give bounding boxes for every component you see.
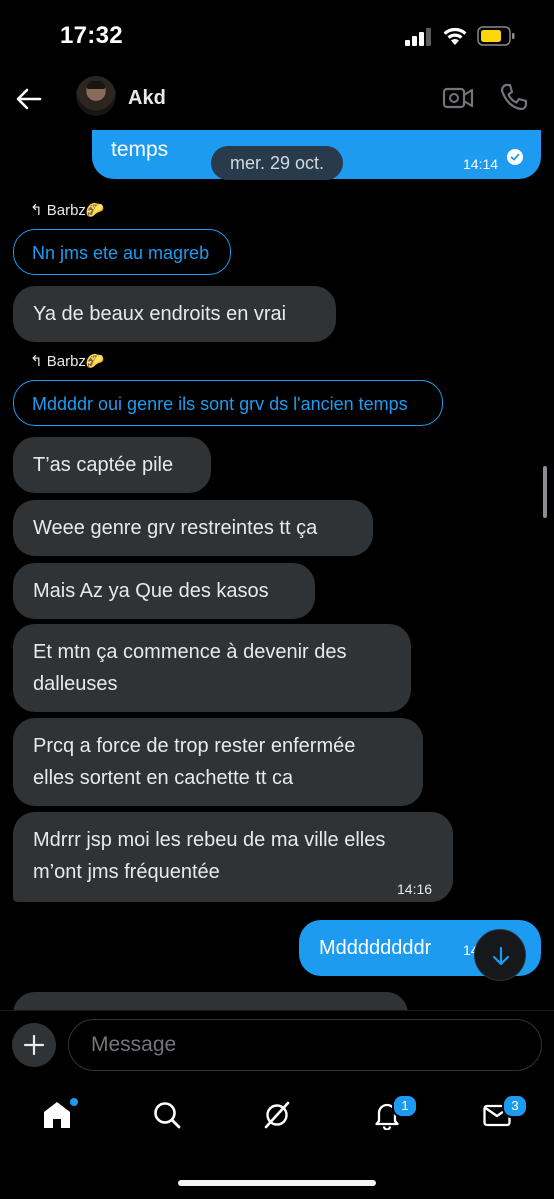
search-icon [154,1102,181,1129]
grok-icon [264,1101,290,1129]
home-icon [44,1102,70,1128]
back-arrow-icon[interactable] [14,84,44,114]
conversation-header: Akd [0,70,554,130]
avatar[interactable] [76,76,116,116]
phone-icon[interactable] [499,82,529,112]
received-message-bubble[interactable]: Ya de beaux endroits en vrai [13,286,336,342]
message-timestamp: 14:14 [463,156,499,172]
battery-icon [477,26,515,46]
date-separator: mer. 29 oct. [211,146,343,180]
message-text: m’ont jms fréquentée [33,861,220,883]
message-text: dalleuses [33,673,118,695]
scroll-to-bottom-button[interactable] [474,929,526,981]
notification-badge: 1 [392,1094,418,1118]
scrollbar[interactable] [543,466,547,518]
received-message-bubble[interactable]: Weee genre grv restreintes tt ça [13,500,373,556]
quoted-message[interactable]: Nn jms ete au magreb [13,229,231,275]
reply-icon: ↰ [30,353,47,370]
signal-icon [405,28,431,46]
status-bar: 17:32 [0,0,554,70]
home-indicator [178,1180,376,1186]
received-message-bubble[interactable]: Prcq a force de trop rester enfermée ell… [13,718,423,806]
video-icon[interactable] [442,84,474,112]
received-message-bubble[interactable]: Mdrrr jsp moi les rebeu de ma ville elle… [13,812,453,902]
unread-dot [70,1098,78,1106]
received-message-bubble[interactable]: T’as captée pile [13,437,211,493]
tab-notifications[interactable]: 1 [356,1094,418,1138]
tab-search[interactable] [136,1094,196,1138]
message-timestamp: 14:16 [397,881,433,897]
message-input[interactable] [68,1019,542,1071]
message-list[interactable]: temps 14:14 mer. 29 oct. ↰ Barbz🌮 Nn jms… [0,130,554,1010]
read-check-icon [507,149,523,165]
message-text: elles sortent en cachette tt ca [33,767,294,789]
scroll-down-icon [492,946,510,966]
status-time: 17:32 [60,22,123,49]
message-text: Mddddddddr [319,937,432,959]
received-message-bubble[interactable]: Et mtn ça commence à devenir des dalleus… [13,624,411,712]
wifi-icon [443,27,467,45]
message-composer [0,1010,554,1080]
tab-grok[interactable] [246,1094,306,1138]
message-text: Mdrrr jsp moi les rebeu de ma ville elle… [33,829,386,851]
received-message-bubble[interactable] [13,992,408,1010]
contact-name[interactable]: Akd [128,87,166,110]
quoted-message[interactable]: Mddddr oui genre ils sont grv ds l'ancie… [13,380,443,426]
received-message-bubble[interactable]: Mais Az ya Que des kasos [13,563,315,619]
messages-badge: 3 [502,1094,528,1118]
reply-label: ↰ Barbz🌮 [30,353,105,370]
tab-home[interactable] [26,1094,86,1138]
tab-messages[interactable]: 3 [466,1094,528,1138]
message-text: Prcq a force de trop rester enfermée [33,735,356,757]
message-text: Et mtn ça commence à devenir des [33,641,347,663]
add-media-button[interactable] [12,1023,56,1067]
plus-icon [23,1034,45,1056]
message-text: temps [111,138,169,161]
reply-icon: ↰ [30,202,47,219]
reply-label: ↰ Barbz🌮 [30,202,105,219]
